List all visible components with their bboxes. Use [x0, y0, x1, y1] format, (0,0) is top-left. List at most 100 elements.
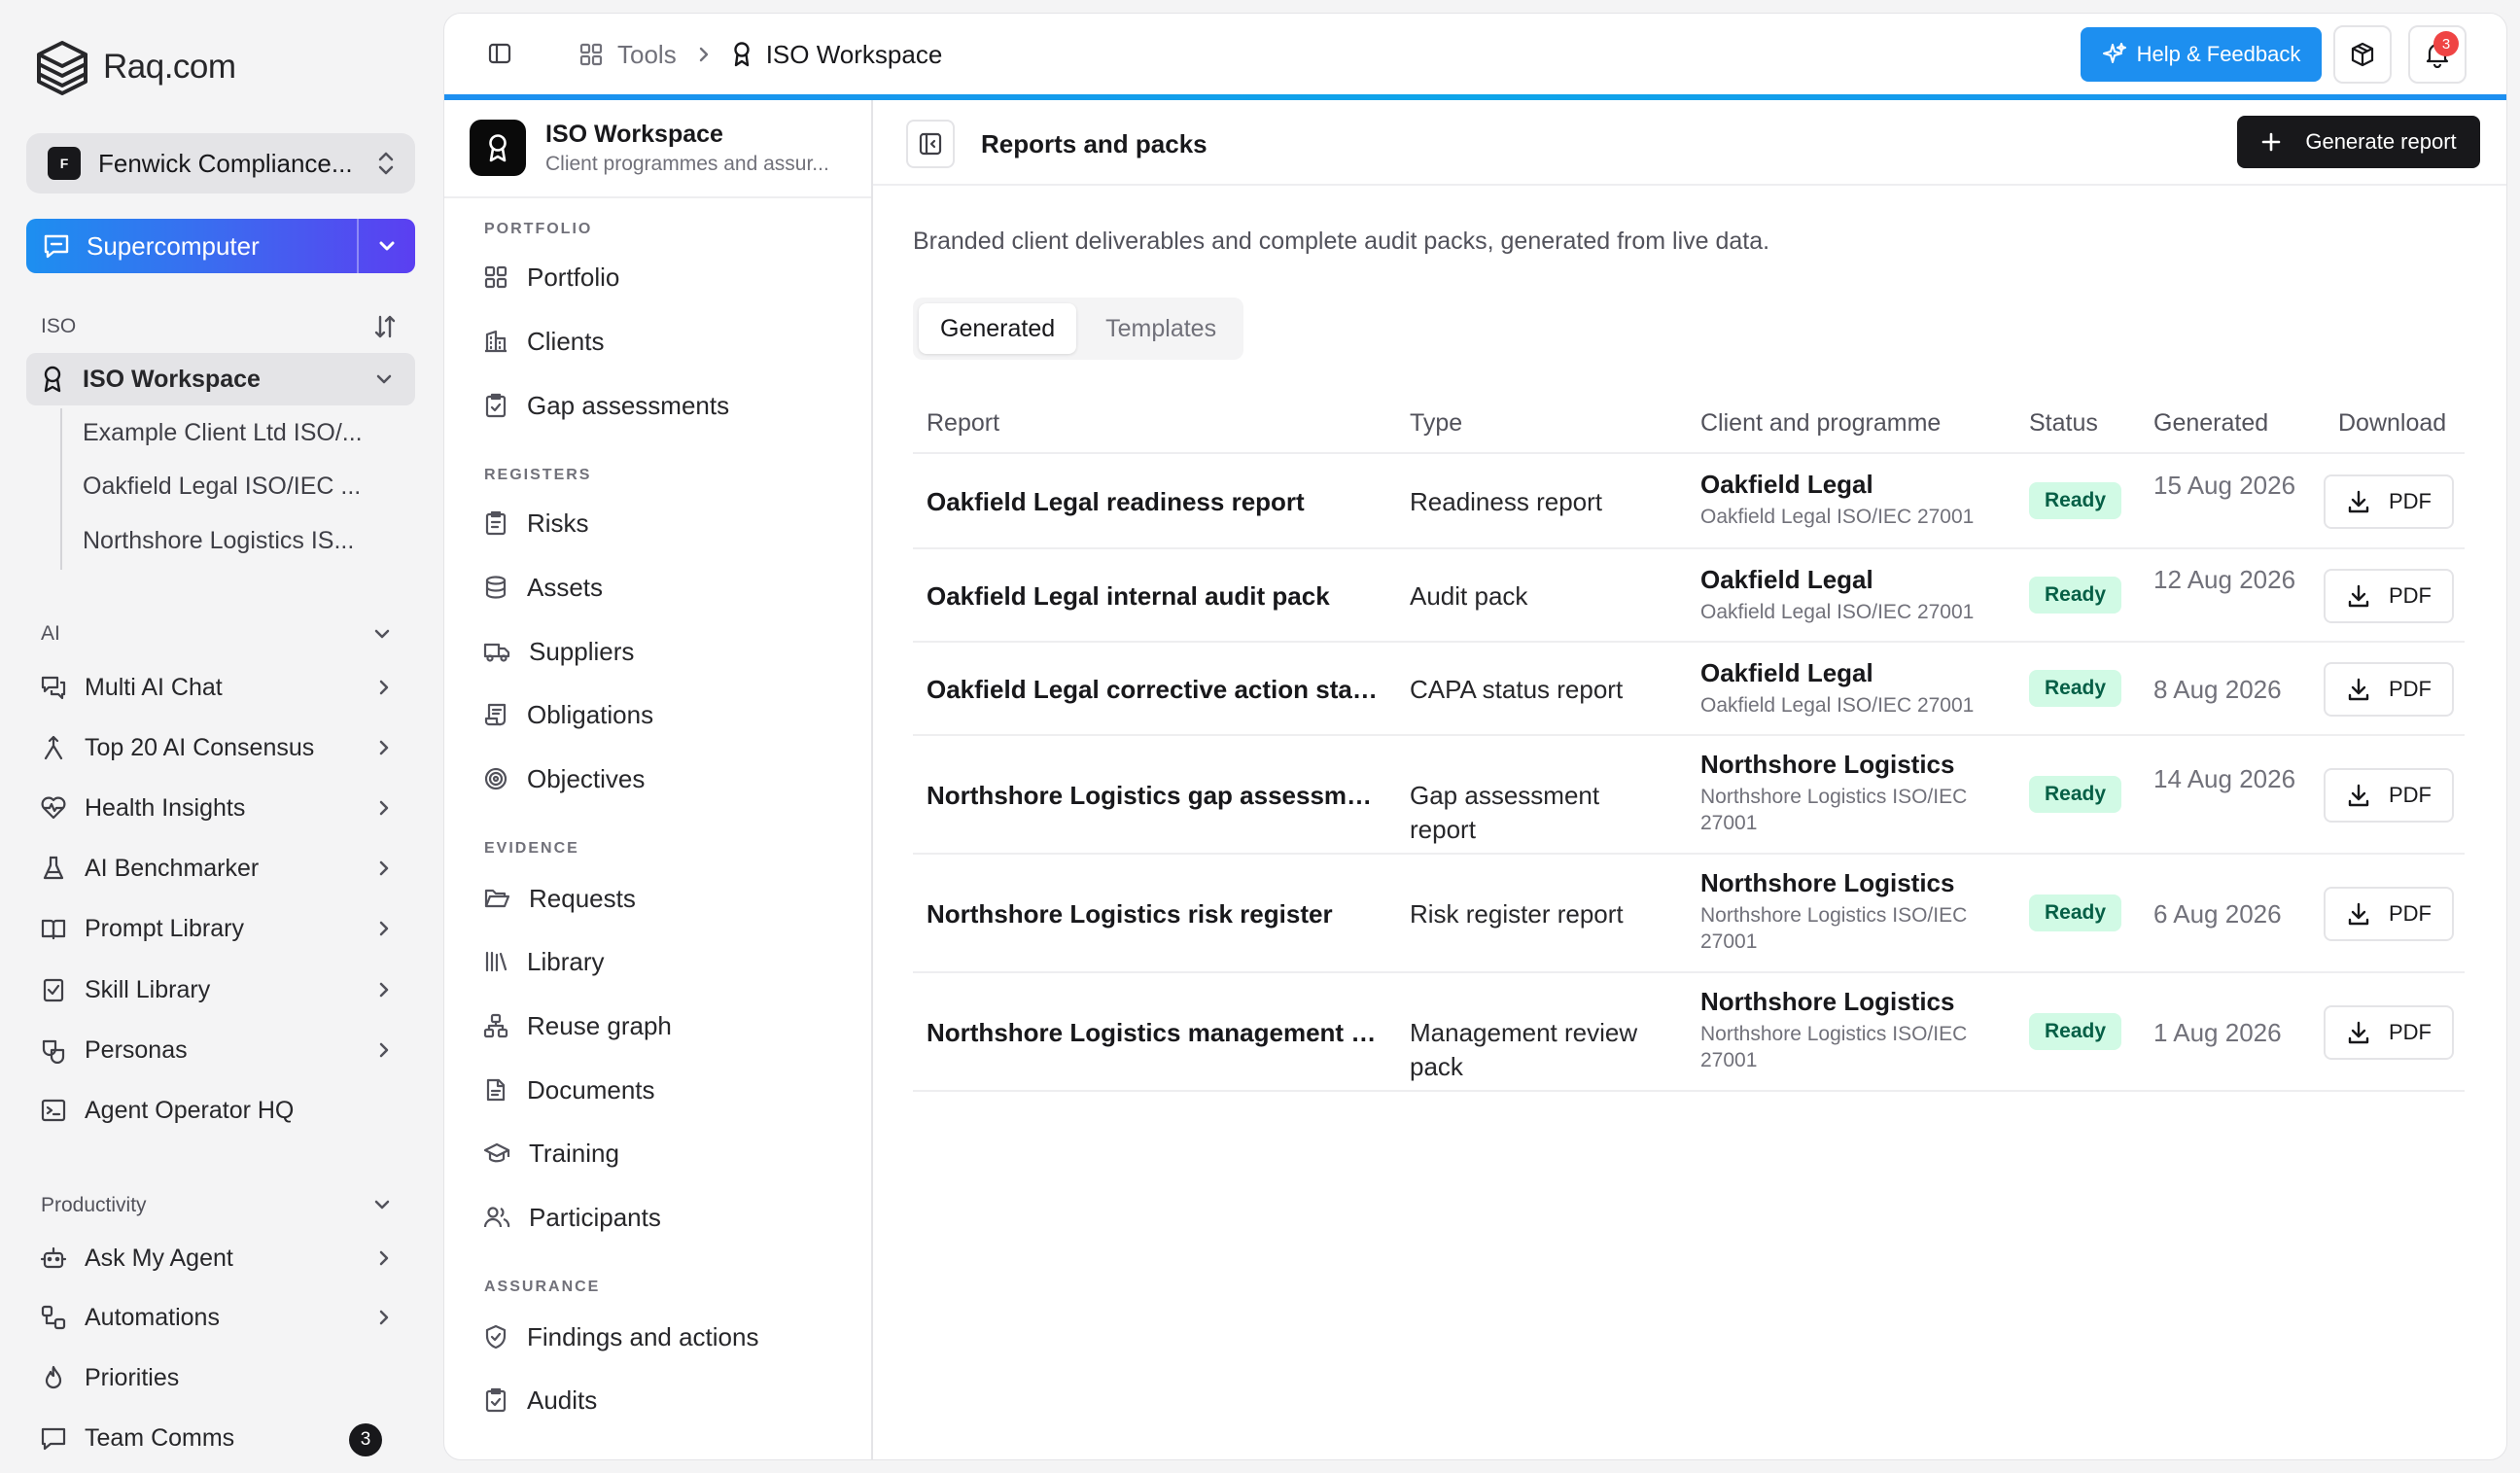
section-label-productivity: Productivity	[41, 1194, 147, 1216]
status-cell: Ready	[2029, 670, 2122, 707]
module-item-label: Requests	[529, 883, 636, 913]
module-item-library[interactable]: Library	[483, 937, 604, 986]
module-item-audits[interactable]: Audits	[483, 1376, 597, 1424]
award-icon	[44, 366, 61, 393]
download-pdf-button[interactable]: PDF	[2324, 768, 2454, 823]
sidebar-item-iso-workspace[interactable]: ISO Workspace	[26, 353, 415, 405]
module-item-obligations[interactable]: Obligations	[483, 690, 653, 739]
download-pdf-button[interactable]: PDF	[2324, 569, 2454, 623]
module-item-label: Training	[529, 1138, 619, 1168]
chevron-right-icon	[379, 680, 389, 695]
chevron-down-icon[interactable]	[372, 1195, 392, 1214]
chevron-right-icon	[379, 982, 389, 998]
sidebar-item-team-comms[interactable]: Team Comms 3	[26, 1412, 415, 1464]
notifications-button[interactable]: 3	[2408, 25, 2467, 84]
module-item-risks[interactable]: Risks	[483, 499, 589, 547]
sidebar-item-ask-my-agent[interactable]: Ask My Agent	[26, 1232, 415, 1284]
generate-report-button[interactable]: Generate report	[2237, 116, 2480, 168]
report-name[interactable]: Northshore Logistics risk register	[927, 899, 1383, 929]
sidebar-item-automations[interactable]: Automations	[26, 1291, 415, 1344]
chevron-right-icon	[379, 740, 389, 755]
supercomputer-main[interactable]: Supercomputer	[26, 219, 357, 273]
report-type: Risk register report	[1410, 899, 1624, 929]
chat-icon	[41, 1427, 66, 1451]
download-pdf-button[interactable]: PDF	[2324, 887, 2454, 941]
download-pdf-button[interactable]: PDF	[2324, 662, 2454, 717]
module-item-assets[interactable]: Assets	[483, 563, 603, 612]
sidebar-item-multi-ai-chat[interactable]: Multi AI Chat	[26, 661, 415, 714]
status-cell: Ready	[2029, 776, 2122, 813]
table-row[interactable]: Northshore Logistics gap assessment Gap a…	[913, 736, 2465, 855]
tab-templates[interactable]: Templates	[1084, 303, 1238, 354]
download-icon	[2348, 584, 2369, 608]
table-row[interactable]: Oakfield Legal internal audit pack Audit …	[913, 549, 2465, 643]
supercomputer-button[interactable]: Supercomputer	[26, 219, 415, 273]
report-name[interactable]: Oakfield Legal internal audit pack	[927, 581, 1383, 612]
chevron-down-icon[interactable]	[372, 624, 392, 644]
module-item-documents[interactable]: Documents	[483, 1066, 655, 1114]
sidebar-item-prompt-library[interactable]: Prompt Library	[26, 902, 415, 955]
report-type: Management review pack	[1410, 1018, 1638, 1081]
module-item-requests[interactable]: Requests	[483, 874, 636, 923]
sidebar-item-agent-operator-hq[interactable]: Agent Operator HQ	[26, 1084, 415, 1137]
module-item-findings-actions[interactable]: Findings and actions	[483, 1313, 758, 1361]
report-name[interactable]: Northshore Logistics gap assessment	[927, 781, 1383, 811]
sidebar-item-priorities[interactable]: Priorities	[26, 1351, 415, 1404]
module-item-reuse-graph[interactable]: Reuse graph	[483, 1001, 672, 1050]
sidebar-item-skill-library[interactable]: Skill Library	[26, 964, 415, 1016]
generate-report-label: Generate report	[2305, 129, 2457, 154]
module-item-label: Findings and actions	[527, 1321, 759, 1351]
content-title: Reports and packs	[981, 129, 1208, 158]
table-row[interactable]: Northshore Logistics risk register Risk r…	[913, 855, 2465, 973]
collapse-panel-button[interactable]	[906, 120, 955, 168]
report-name[interactable]: Oakfield Legal readiness report	[927, 487, 1383, 517]
sidebar-subitem-example-client[interactable]: Example Client Ltd ISO/...	[83, 419, 363, 447]
status-badge: Ready	[2029, 1013, 2122, 1050]
package-button[interactable]	[2333, 25, 2392, 84]
status-cell: Ready	[2029, 577, 2122, 614]
grid-icon	[484, 265, 508, 289]
panel-left-close-icon	[919, 132, 942, 156]
download-pdf-button[interactable]: PDF	[2324, 1005, 2454, 1060]
group-label-registers: REGISTERS	[484, 467, 592, 483]
sort-icon[interactable]	[372, 313, 398, 340]
client-name: Oakfield Legal	[1700, 565, 1873, 594]
module-item-portfolio[interactable]: Portfolio	[483, 253, 619, 301]
sidebar-subitem-oakfield-legal[interactable]: Oakfield Legal ISO/IEC ...	[83, 473, 361, 501]
sidebar-item-ai-benchmarker[interactable]: AI Benchmarker	[26, 842, 415, 894]
sidebar-toggle-icon[interactable]	[487, 41, 512, 66]
sidebar-item-label: Team Comms	[85, 1423, 235, 1452]
report-name[interactable]: Oakfield Legal corrective action status	[927, 675, 1383, 705]
table-row[interactable]: Oakfield Legal corrective action status C…	[913, 643, 2465, 736]
module-item-participants[interactable]: Participants	[483, 1193, 661, 1242]
group-label-evidence: EVIDENCE	[484, 840, 579, 857]
sidebar-item-health-insights[interactable]: Health Insights	[26, 782, 415, 834]
client-name: Oakfield Legal	[1700, 470, 1873, 499]
sidebar-subitem-northshore-logistics[interactable]: Northshore Logistics IS...	[83, 527, 354, 555]
help-feedback-button[interactable]: Help & Feedback	[2081, 27, 2322, 82]
client-programme: Oakfield Legal Oakfield Legal ISO/IEC 270…	[1700, 565, 2002, 625]
module-item-training[interactable]: Training	[483, 1129, 619, 1177]
module-item-gap-assessments[interactable]: Gap assessments	[483, 381, 729, 430]
sidebar-item-personas[interactable]: Personas	[26, 1024, 415, 1076]
module-item-objectives[interactable]: Objectives	[483, 754, 645, 803]
download-pdf-button[interactable]: PDF	[2324, 474, 2454, 529]
book-open-icon	[41, 919, 66, 940]
breadcrumb-tools[interactable]: Tools	[617, 40, 677, 70]
client-name: Oakfield Legal	[1700, 658, 1873, 687]
module-item-clients[interactable]: Clients	[483, 317, 604, 366]
table-row[interactable]: Oakfield Legal readiness report Readiness…	[913, 454, 2465, 549]
download-pdf-label: PDF	[2389, 489, 2432, 513]
programme-name: Oakfield Legal ISO/IEC 27001	[1700, 506, 1975, 528]
module-item-suppliers[interactable]: Suppliers	[483, 627, 634, 676]
report-name[interactable]: Northshore Logistics management revi...	[927, 1018, 1383, 1048]
tab-generated[interactable]: Generated	[919, 303, 1077, 354]
award-icon	[489, 134, 507, 162]
workspace-switcher[interactable]: F Fenwick Compliance...	[26, 133, 415, 193]
sidebar-item-top-20-consensus[interactable]: Top 20 AI Consensus	[26, 721, 415, 774]
brand-logo[interactable]: Raq.com	[35, 39, 236, 95]
network-icon	[483, 1013, 508, 1038]
module-title: ISO Workspace	[545, 120, 723, 148]
table-row[interactable]: Northshore Logistics management revi... M…	[913, 973, 2465, 1092]
supercomputer-dropdown[interactable]	[357, 219, 415, 273]
